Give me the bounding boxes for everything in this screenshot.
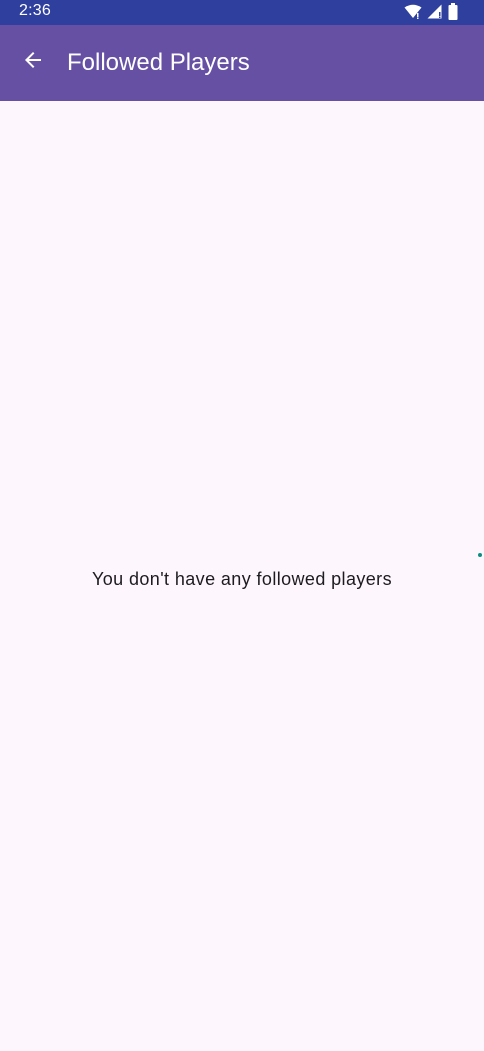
signal-icon — [427, 4, 443, 19]
status-bar: 2:36 — [0, 0, 484, 25]
wifi-icon — [404, 4, 422, 19]
scroll-indicator — [478, 553, 482, 557]
empty-state-message: You don't have any followed players — [92, 569, 392, 589]
status-time: 2:36 — [19, 2, 51, 19]
page-title: Followed Players — [67, 49, 250, 76]
arrow-back-icon — [21, 48, 45, 77]
followed-players-content: You don't have any followed players — [0, 101, 484, 1051]
status-icons — [404, 2, 458, 20]
top-app-bar: Followed Players — [0, 25, 484, 101]
back-button[interactable] — [10, 39, 56, 85]
battery-icon — [448, 2, 458, 20]
